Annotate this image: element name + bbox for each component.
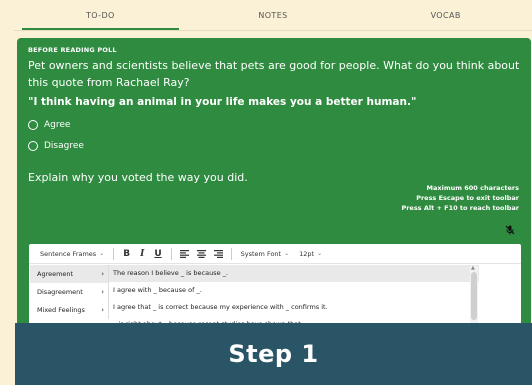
poll-panel: BEFORE READING POLL Pet owners and scien… <box>17 38 531 338</box>
menu-item-agreement[interactable]: Agreement › <box>30 265 108 283</box>
chevron-down-icon: ⌄ <box>317 250 323 257</box>
poll-quote: "I think having an animal in your life m… <box>28 96 417 108</box>
chevron-down-icon: ⌄ <box>284 250 290 257</box>
font-size-label: 12pt <box>299 249 315 258</box>
menu-item-label: Mixed Feelings <box>37 306 85 314</box>
font-family-label: System Font <box>240 249 282 258</box>
font-family-dropdown[interactable]: System Font ⌄ <box>236 244 295 264</box>
tab-bar: TO-DO NOTES VOCAB <box>14 4 532 32</box>
option-agree-label: Agree <box>44 120 71 130</box>
tab-vocab[interactable]: VOCAB <box>359 4 532 32</box>
hint-max-chars: Maximum 600 characters <box>426 184 519 192</box>
hint-alt-f10: Press Alt + F10 to reach toolbar <box>401 204 519 212</box>
tab-divider <box>14 30 532 31</box>
chevron-right-icon: › <box>101 288 104 296</box>
mic-off-icon[interactable] <box>505 225 515 235</box>
menu-item-disagreement[interactable]: Disagreement › <box>30 283 108 301</box>
option-disagree[interactable]: Disagree <box>28 141 84 151</box>
hint-escape: Press Escape to exit toolbar <box>416 194 519 202</box>
align-center-icon[interactable] <box>196 249 206 258</box>
option-disagree-label: Disagree <box>44 141 84 151</box>
step-banner: Step 1 <box>15 323 532 385</box>
chevron-right-icon: › <box>101 270 104 278</box>
align-left-icon[interactable] <box>179 249 189 258</box>
toolbar-divider <box>170 247 172 260</box>
sentence-frames-dropdown[interactable]: Sentence Frames ⌄ <box>35 244 109 264</box>
menu-item-mixed-feelings[interactable]: Mixed Feelings › <box>30 301 108 319</box>
chevron-right-icon: › <box>101 306 104 314</box>
option-agree[interactable]: Agree <box>28 120 70 130</box>
toolbar-divider <box>230 247 232 260</box>
sentence-frames-label: Sentence Frames <box>40 249 97 258</box>
toolbar-divider <box>113 247 115 260</box>
scrollbar-thumb[interactable] <box>471 272 477 320</box>
bold-button[interactable]: B <box>123 249 130 259</box>
tab-notes[interactable]: NOTES <box>187 4 360 32</box>
radio-agree[interactable] <box>28 120 38 130</box>
step-label: Step 1 <box>228 340 319 368</box>
align-right-icon[interactable] <box>213 249 223 258</box>
menu-item-label: Disagreement <box>37 288 83 296</box>
radio-disagree[interactable] <box>28 141 38 151</box>
tab-todo[interactable]: TO-DO <box>14 4 187 32</box>
italic-button[interactable]: I <box>140 249 144 259</box>
poll-label: BEFORE READING POLL <box>28 46 117 54</box>
frames-category-menu: Agreement › Disagreement › Mixed Feeling… <box>30 265 109 319</box>
explain-prompt: Explain why you voted the way you did. <box>28 171 248 184</box>
frame-option[interactable]: I agree that _ is correct because my exp… <box>109 299 479 316</box>
poll-question: Pet owners and scientists believe that p… <box>28 59 520 89</box>
menu-item-label: Agreement <box>37 270 74 278</box>
editor-toolbar: Sentence Frames ⌄ B I U System Font ⌄ 12… <box>29 244 521 264</box>
chevron-down-icon: ⌄ <box>99 250 105 257</box>
underline-button[interactable]: U <box>154 249 161 259</box>
frame-option[interactable]: I agree with _ because of _. <box>109 282 479 299</box>
scroll-up-icon[interactable]: ▲ <box>471 265 475 271</box>
font-size-dropdown[interactable]: 12pt ⌄ <box>294 244 327 264</box>
frame-option[interactable]: The reason I believe _ is because _. <box>109 265 479 282</box>
